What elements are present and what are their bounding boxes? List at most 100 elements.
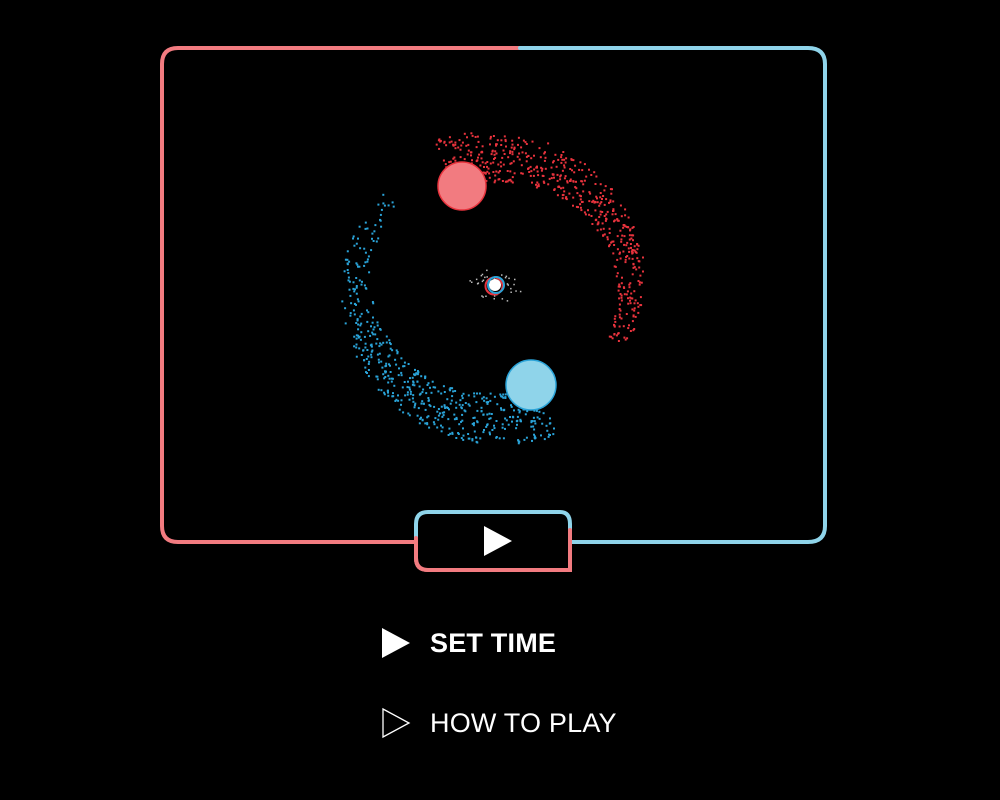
particle: [536, 416, 539, 419]
particle: [561, 197, 564, 200]
particle: [628, 234, 631, 237]
dust-particle: [508, 277, 510, 280]
particle: [510, 162, 513, 165]
play-button[interactable]: [414, 510, 572, 572]
particle: [511, 139, 514, 142]
particle: [367, 363, 370, 365]
particle: [493, 181, 496, 184]
dust-particle: [510, 287, 512, 290]
particle: [509, 150, 512, 153]
dust-particle: [513, 283, 515, 286]
particle: [367, 355, 370, 358]
particle: [366, 372, 368, 374]
particle: [496, 403, 499, 406]
particle: [355, 262, 358, 265]
particle: [631, 320, 634, 323]
particle: [639, 274, 642, 277]
particle: [606, 238, 609, 241]
particle: [631, 273, 634, 276]
particle: [533, 420, 536, 423]
particle: [579, 161, 582, 164]
particle: [520, 172, 523, 175]
particle: [367, 330, 370, 333]
particle: [377, 237, 380, 240]
particle: [513, 172, 516, 175]
particle: [630, 237, 633, 240]
particle: [411, 376, 414, 379]
particle: [348, 280, 351, 283]
particle: [622, 250, 625, 253]
particle: [436, 410, 439, 413]
particle: [570, 158, 573, 161]
particle: [482, 431, 485, 434]
particle: [388, 363, 390, 366]
particle: [537, 183, 540, 186]
particle: [540, 169, 543, 172]
particle: [407, 412, 410, 415]
filled-triangle-icon: [382, 628, 410, 658]
particle: [379, 328, 382, 331]
particle: [450, 399, 453, 402]
dust-particle: [514, 278, 516, 281]
particle: [637, 311, 640, 314]
particle: [579, 203, 582, 206]
menu-item-set-time[interactable]: SET TIME: [380, 623, 780, 663]
particle: [564, 175, 567, 178]
dust-particle: [506, 300, 509, 302]
particle: [372, 302, 375, 305]
particle: [479, 437, 482, 440]
particle: [517, 143, 519, 146]
particle: [623, 293, 626, 296]
particle: [424, 408, 427, 411]
arena-border-blue: [518, 46, 827, 544]
particle: [475, 146, 478, 149]
particle: [412, 394, 415, 397]
particle: [448, 388, 451, 391]
particle: [495, 143, 498, 146]
particle: [370, 353, 373, 356]
particle: [427, 397, 430, 399]
particle: [624, 258, 627, 261]
particle: [468, 404, 471, 407]
particle: [599, 228, 602, 231]
particle: [620, 282, 623, 285]
particle: [621, 276, 623, 279]
particle: [588, 191, 591, 194]
particle: [623, 224, 626, 227]
particle: [498, 437, 501, 440]
particle: [408, 388, 411, 391]
particle: [366, 227, 369, 230]
particle: [475, 436, 477, 439]
particle: [442, 414, 445, 417]
particle: [614, 320, 617, 323]
particle: [471, 159, 473, 162]
particle: [593, 171, 596, 174]
particle: [605, 217, 607, 220]
particle: [610, 192, 613, 195]
particle: [352, 309, 355, 312]
particle: [603, 215, 606, 217]
particle: [444, 163, 447, 166]
particle: [368, 360, 371, 363]
particle: [632, 314, 635, 317]
particle: [453, 418, 456, 421]
particle: [358, 279, 361, 282]
particle: [610, 335, 613, 338]
particle: [617, 289, 620, 292]
particle: [355, 277, 358, 279]
particle: [352, 235, 355, 238]
particle: [548, 177, 551, 180]
particle: [639, 304, 642, 306]
particle: [347, 276, 350, 279]
particle: [471, 134, 474, 137]
menu-item-how-to-play[interactable]: HOW TO PLAY: [380, 703, 780, 743]
particle: [372, 333, 375, 336]
particle: [630, 246, 632, 249]
particle: [636, 302, 639, 305]
particle: [494, 174, 497, 177]
particle: [377, 388, 380, 391]
particle: [615, 334, 618, 337]
particle: [608, 245, 610, 248]
dust-particle: [476, 283, 479, 285]
particle: [491, 150, 494, 153]
